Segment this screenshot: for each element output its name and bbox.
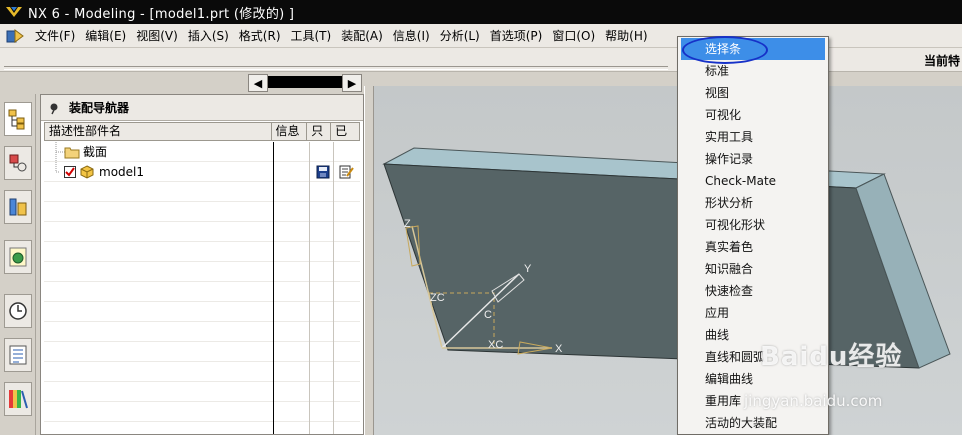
resource-scroll-row: ◀ ▶	[0, 72, 370, 94]
table-row	[44, 282, 360, 302]
window-title: NX 6 - Modeling - [model1.prt (修改的) ]	[28, 6, 295, 22]
nx-logo-icon	[6, 7, 22, 17]
tree-item-model1-label[interactable]: model1	[99, 163, 144, 181]
table-row	[44, 262, 360, 282]
menu-tools[interactable]: 工具(T)	[286, 27, 337, 44]
column-modified[interactable]: 已	[331, 123, 359, 140]
menu-assembly[interactable]: 装配(A)	[336, 27, 388, 44]
menu-edit[interactable]: 编辑(E)	[80, 27, 131, 44]
chevron-left-icon: ◀	[253, 76, 263, 90]
menu-item-journal[interactable]: 操作记录	[678, 148, 828, 170]
menu-item-shape-analysis[interactable]: 形状分析	[678, 192, 828, 214]
history-tab[interactable]	[4, 294, 32, 328]
part-navigator-icon	[9, 198, 27, 216]
edit-document-icon	[339, 165, 354, 179]
menu-window[interactable]: 窗口(O)	[547, 27, 600, 44]
menu-item-application[interactable]: 应用	[678, 302, 828, 324]
part-navigator-tab[interactable]	[4, 190, 32, 224]
menu-item-visual-shape[interactable]: 可视化形状	[678, 214, 828, 236]
menu-item-knowledge-fusion[interactable]: 知识融合	[678, 258, 828, 280]
table-row	[44, 202, 360, 222]
axis-label-xc: XC	[488, 339, 503, 351]
panel-title: 装配导航器	[69, 101, 130, 115]
table-row	[44, 342, 360, 362]
scroll-left-button[interactable]: ◀	[248, 74, 268, 92]
constraint-icon	[9, 154, 27, 172]
table-row	[44, 222, 360, 242]
panel-splitter[interactable]	[364, 86, 374, 435]
chevron-right-icon: ▶	[347, 76, 357, 90]
menu-help[interactable]: 帮助(H)	[600, 27, 652, 44]
column-readonly[interactable]: 只	[307, 123, 332, 140]
table-row	[44, 362, 360, 382]
menu-format[interactable]: 格式(R)	[234, 27, 286, 44]
menu-insert[interactable]: 插入(S)	[183, 27, 234, 44]
menu-item-view[interactable]: 视图	[678, 82, 828, 104]
watermark: Baidu经验	[760, 342, 903, 372]
menu-preferences[interactable]: 首选项(P)	[485, 27, 548, 44]
panel-header: 装配导航器	[41, 95, 363, 121]
assembly-navigator-tab[interactable]	[4, 102, 32, 136]
column-divider	[333, 142, 334, 434]
table-row	[44, 402, 360, 422]
folder-icon	[64, 147, 80, 159]
menu-view[interactable]: 视图(V)	[131, 27, 183, 44]
assembly-navigator-panel: 装配导航器 描述性部件名 信息 只 已 截面 model1	[40, 94, 364, 435]
clock-icon	[9, 302, 27, 320]
pin-icon[interactable]	[47, 101, 61, 115]
assembly-tree-icon	[8, 109, 25, 130]
title-bar: NX 6 - Modeling - [model1.prt (修改的) ]	[0, 0, 962, 24]
menu-item-check-mate[interactable]: Check-Mate	[678, 170, 828, 192]
menu-file[interactable]: 文件(F)	[30, 27, 80, 44]
web-browser-icon	[9, 247, 27, 267]
part-cube-icon	[80, 165, 94, 179]
watermark-url: jingyan.baidu.com	[744, 392, 883, 410]
table-row	[44, 242, 360, 262]
current-feature-label: 当前特	[923, 54, 960, 68]
menu-item-visualization[interactable]: 可视化	[678, 104, 828, 126]
column-info[interactable]: 信息	[272, 123, 308, 140]
table-row	[44, 182, 360, 202]
menu-info[interactable]: 信息(I)	[388, 27, 435, 44]
app-start-icon[interactable]	[6, 28, 24, 44]
model-view-svg: Z Y X ZC C XC	[382, 147, 951, 369]
color-palette-icon	[9, 390, 28, 409]
reuse-library-tab[interactable]	[4, 240, 32, 274]
menu-item-utility[interactable]: 实用工具	[678, 126, 828, 148]
axis-label-c: C	[484, 309, 492, 321]
column-divider	[273, 142, 274, 434]
column-header: 描述性部件名 信息 只 已	[44, 122, 360, 141]
column-divider	[309, 142, 310, 434]
constraint-navigator-tab[interactable]	[4, 146, 32, 180]
resource-bar	[0, 94, 36, 435]
save-disk-icon	[316, 165, 330, 179]
toolbar-dropdown-menu: 选择条 标准 视图 可视化 实用工具 操作记录 Check-Mate 形状分析 …	[677, 36, 829, 435]
axis-label-y: Y	[524, 263, 532, 275]
graphics-viewport[interactable]: Z Y X ZC C XC	[374, 86, 962, 435]
axis-label-x: X	[555, 343, 563, 355]
axis-label-zc: ZC	[430, 292, 445, 304]
table-row	[44, 322, 360, 342]
scroll-right-button[interactable]: ▶	[342, 74, 362, 92]
toolbar-groove	[4, 66, 668, 70]
axis-label-z: Z	[404, 218, 411, 230]
menu-item-quick-check[interactable]: 快速检查	[678, 280, 828, 302]
annotation-circle	[682, 36, 768, 64]
table-row	[44, 302, 360, 322]
menu-item-large-assembly[interactable]: 活动的大装配	[678, 412, 828, 434]
tree-item-section-label[interactable]: 截面	[83, 143, 107, 161]
menu-analysis[interactable]: 分析(L)	[435, 27, 485, 44]
checkbox-checked-icon[interactable]	[64, 166, 76, 178]
roles-tab[interactable]	[4, 382, 32, 416]
table-row	[44, 382, 360, 402]
column-part-name[interactable]: 描述性部件名	[45, 123, 272, 140]
list-icon	[9, 345, 27, 365]
scroll-track[interactable]	[268, 76, 342, 88]
menu-item-standard[interactable]: 标准	[678, 60, 828, 82]
system-materials-tab[interactable]	[4, 338, 32, 372]
tree-rows: 截面 model1	[44, 142, 360, 434]
menu-item-true-shading[interactable]: 真实着色	[678, 236, 828, 258]
